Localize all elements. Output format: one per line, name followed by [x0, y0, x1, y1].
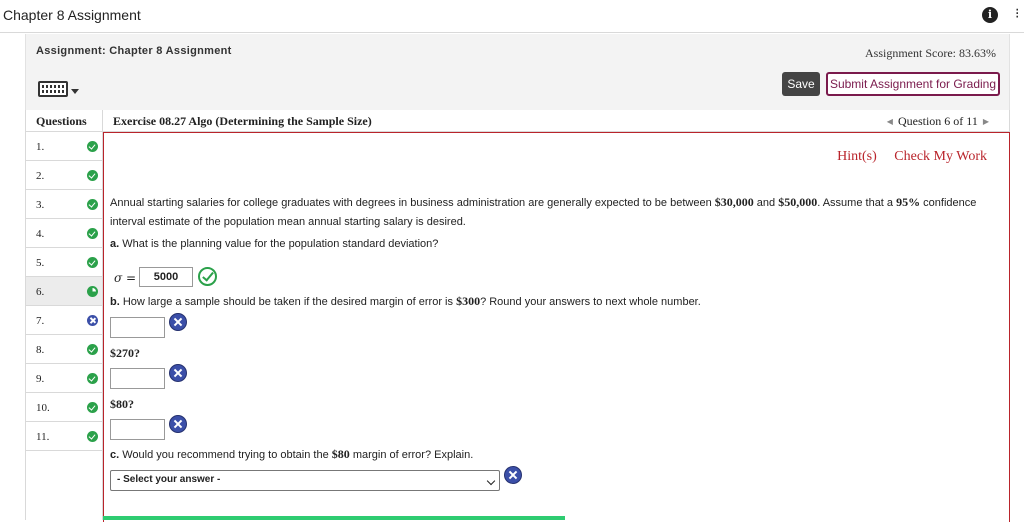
chevron-down-icon — [486, 476, 496, 486]
correct-check-icon — [87, 257, 98, 268]
question-navigator: ◀ Question 6 of 11 ▶ — [882, 114, 994, 129]
question-number: 2. — [36, 170, 45, 182]
part-a-question: a. What is the planning value for the po… — [110, 238, 438, 250]
incorrect-x-icon — [169, 415, 187, 433]
question-number: 3. — [36, 199, 45, 211]
part-c-text-2: margin of error? Explain. — [349, 449, 474, 461]
question-number: 11. — [36, 431, 50, 443]
correct-check-icon — [87, 344, 98, 355]
part-c-question: c. Would you recommend trying to obtain … — [110, 447, 473, 462]
margin-80-label: $80? — [110, 397, 134, 411]
sigma-input[interactable]: 5000 — [139, 267, 193, 287]
exercise-content: Hint(s) Check My Work Annual starting sa… — [103, 132, 1010, 522]
margin-80-inline: $80 — [331, 447, 350, 461]
confidence-level: 95% — [896, 195, 921, 209]
keyboard-icon — [38, 81, 68, 97]
high-salary: $50,000 — [778, 195, 818, 209]
question-item-6[interactable]: 6. — [26, 277, 102, 306]
part-b-label: b. — [110, 296, 120, 308]
problem-and: and — [753, 197, 779, 209]
part-b-text-1: How large a sample should be taken if th… — [119, 296, 457, 308]
margin-300: $300 — [456, 294, 481, 308]
progress-bar — [103, 516, 565, 520]
question-item-11[interactable]: 11. — [26, 422, 102, 451]
sample-size-input-270[interactable] — [110, 368, 165, 389]
correct-check-icon — [87, 373, 98, 384]
incorrect-x-icon — [169, 364, 187, 382]
part-c-text-1: Would you recommend trying to obtain the — [119, 449, 332, 461]
assignment-header: Assignment: Chapter 8 Assignment Assignm… — [25, 34, 1010, 110]
submit-assignment-button[interactable]: Submit Assignment for Grading — [826, 72, 1000, 96]
question-item-9[interactable]: 9. — [26, 364, 102, 393]
question-number: 10. — [36, 402, 50, 414]
sample-size-input-80[interactable] — [110, 419, 165, 440]
incorrect-x-icon — [169, 313, 187, 331]
question-number: 1. — [36, 141, 45, 153]
problem-text-2: . Assume that a — [817, 197, 897, 209]
low-salary: $30,000 — [714, 195, 754, 209]
part-b-text-2: ? Round your answers to next whole numbe… — [480, 296, 701, 308]
problem-text-1: Annual starting salaries for college gra… — [110, 197, 715, 209]
correct-check-icon — [87, 170, 98, 181]
question-number: 6. — [36, 286, 45, 298]
question-item-8[interactable]: 8. — [26, 335, 102, 364]
correct-check-icon — [87, 199, 98, 210]
question-item-4[interactable]: 4. — [26, 219, 102, 248]
correct-check-icon — [87, 431, 98, 442]
problem-statement: Annual starting salaries for college gra… — [110, 193, 1005, 232]
assignment-score: Assignment Score: 83.63% — [865, 46, 996, 60]
question-item-7[interactable]: 7. — [26, 306, 102, 335]
exercise-title: Exercise 08.27 Algo (Determining the Sam… — [113, 114, 372, 128]
sigma-label: σ = — [114, 271, 137, 285]
exercise-bar: Exercise 08.27 Algo (Determining the Sam… — [103, 110, 1010, 132]
question-item-1[interactable]: 1. — [26, 132, 102, 161]
correct-check-icon — [198, 267, 217, 286]
info-icon[interactable]: i — [982, 7, 998, 23]
question-number: 7. — [36, 315, 45, 327]
question-item-5[interactable]: 5. — [26, 248, 102, 277]
check-my-work-link[interactable]: Check My Work — [894, 149, 987, 164]
prev-arrow-icon[interactable]: ◀ — [882, 117, 898, 126]
question-number: 5. — [36, 257, 45, 269]
correct-check-icon — [87, 228, 98, 239]
answer-select-value: - Select your answer - — [117, 474, 221, 485]
correct-check-icon — [87, 141, 98, 152]
top-bar: Chapter 8 Assignment i ⁝ — [0, 0, 1024, 33]
questions-header: Questions — [26, 110, 102, 132]
incorrect-x-icon — [87, 315, 98, 326]
question-item-10[interactable]: 10. — [26, 393, 102, 422]
part-a-text: What is the planning value for the popul… — [119, 238, 439, 250]
hints-link[interactable]: Hint(s) — [837, 149, 877, 164]
margin-270-label: $270? — [110, 346, 140, 360]
part-c-label: c. — [110, 449, 120, 461]
sample-size-input-300[interactable] — [110, 317, 165, 338]
question-position: Question 6 of 11 — [897, 114, 978, 128]
app-title: Chapter 8 Assignment — [3, 7, 141, 23]
next-arrow-icon[interactable]: ▶ — [978, 117, 994, 126]
save-button[interactable]: Save — [782, 72, 820, 96]
incorrect-x-icon — [504, 466, 522, 484]
part-b-question: b. How large a sample should be taken if… — [110, 294, 701, 309]
more-icon[interactable]: ⁝ — [1015, 5, 1019, 22]
question-number: 4. — [36, 228, 45, 240]
chevron-down-icon — [71, 89, 79, 94]
assignment-title: Assignment: Chapter 8 Assignment — [36, 45, 232, 57]
correct-check-icon — [87, 402, 98, 413]
partial-credit-icon — [87, 286, 98, 297]
questions-panel: Questions 1. 2. 3. 4. 5. 6. 7. 8. 9. 10.… — [25, 110, 103, 520]
question-item-2[interactable]: 2. — [26, 161, 102, 190]
question-item-3[interactable]: 3. — [26, 190, 102, 219]
keyboard-menu-button[interactable] — [38, 79, 79, 101]
part-a-label: a. — [110, 238, 120, 250]
help-links: Hint(s) Check My Work — [823, 149, 987, 165]
answer-select[interactable]: - Select your answer - — [110, 470, 500, 491]
question-number: 9. — [36, 373, 45, 385]
question-number: 8. — [36, 344, 45, 356]
